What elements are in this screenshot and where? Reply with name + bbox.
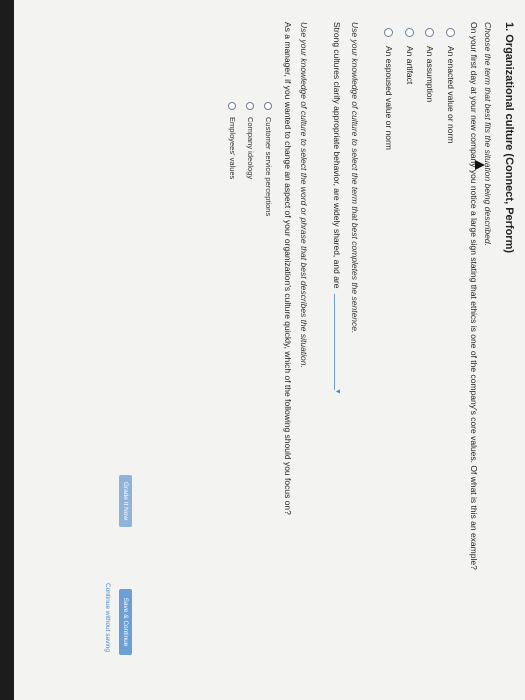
part1-option-assumption[interactable]: An assumption [425,28,435,102]
part1-prompt: On your first day at your new company yo… [469,22,479,570]
grade-it-now-button[interactable]: Grade It Now [119,475,132,527]
part3-option-customer-service[interactable]: Customer service perceptions [264,102,273,216]
part1-option-espoused[interactable]: An espoused value or norm [384,28,394,150]
answer-dropdown[interactable] [334,294,335,391]
option-label: Employees' values [228,117,237,180]
radio-button-icon[interactable] [246,102,255,110]
monitor-bezel [0,0,14,700]
question-title: 1. Organizational culture (Connect, Perf… [503,22,515,254]
assignment-screen: 1. Organizational culture (Connect, Perf… [14,0,525,700]
save-and-continue-button[interactable]: Save & Continue [119,589,132,655]
part2-sentence: Strong cultures clarify appropriate beha… [332,22,342,289]
part1-option-artifact[interactable]: An artifact [405,28,415,84]
radio-button-icon[interactable] [384,28,394,37]
radio-button-icon[interactable] [264,102,273,110]
option-label: An espoused value or norm [384,46,394,150]
question-panel: 1. Organizational culture (Connect, Perf… [14,0,525,700]
part3-instruction: Use your knowledge of culture to select … [299,22,309,368]
radio-button-icon[interactable] [228,102,237,110]
option-label: An artifact [405,46,415,85]
radio-button-icon[interactable] [405,28,415,37]
option-label: Customer service perceptions [264,117,273,217]
part1-instruction: Choose the term that best fits the situa… [483,22,493,246]
part2-instruction: Use your knowledge of culture to select … [350,22,360,334]
continue-without-saving-link[interactable]: Continue without saving [104,583,111,652]
chevron-down-icon[interactable]: ▼ [334,388,341,395]
part3-option-ideology[interactable]: Company ideology [246,102,255,179]
option-label: Company ideology [246,117,255,180]
mouse-cursor-icon [475,160,485,170]
option-label: An enacted value or norm [446,46,456,144]
radio-button-icon[interactable] [446,28,456,37]
radio-button-icon[interactable] [425,28,435,37]
part3-option-values[interactable]: Employees' values [228,102,237,179]
option-label: An assumption [425,46,435,103]
part2-sentence-row: Strong cultures clarify appropriate beha… [332,22,342,391]
part1-option-enacted[interactable]: An enacted value or norm [446,28,456,143]
part3-prompt: As a manager, if you wanted to change an… [283,22,293,515]
